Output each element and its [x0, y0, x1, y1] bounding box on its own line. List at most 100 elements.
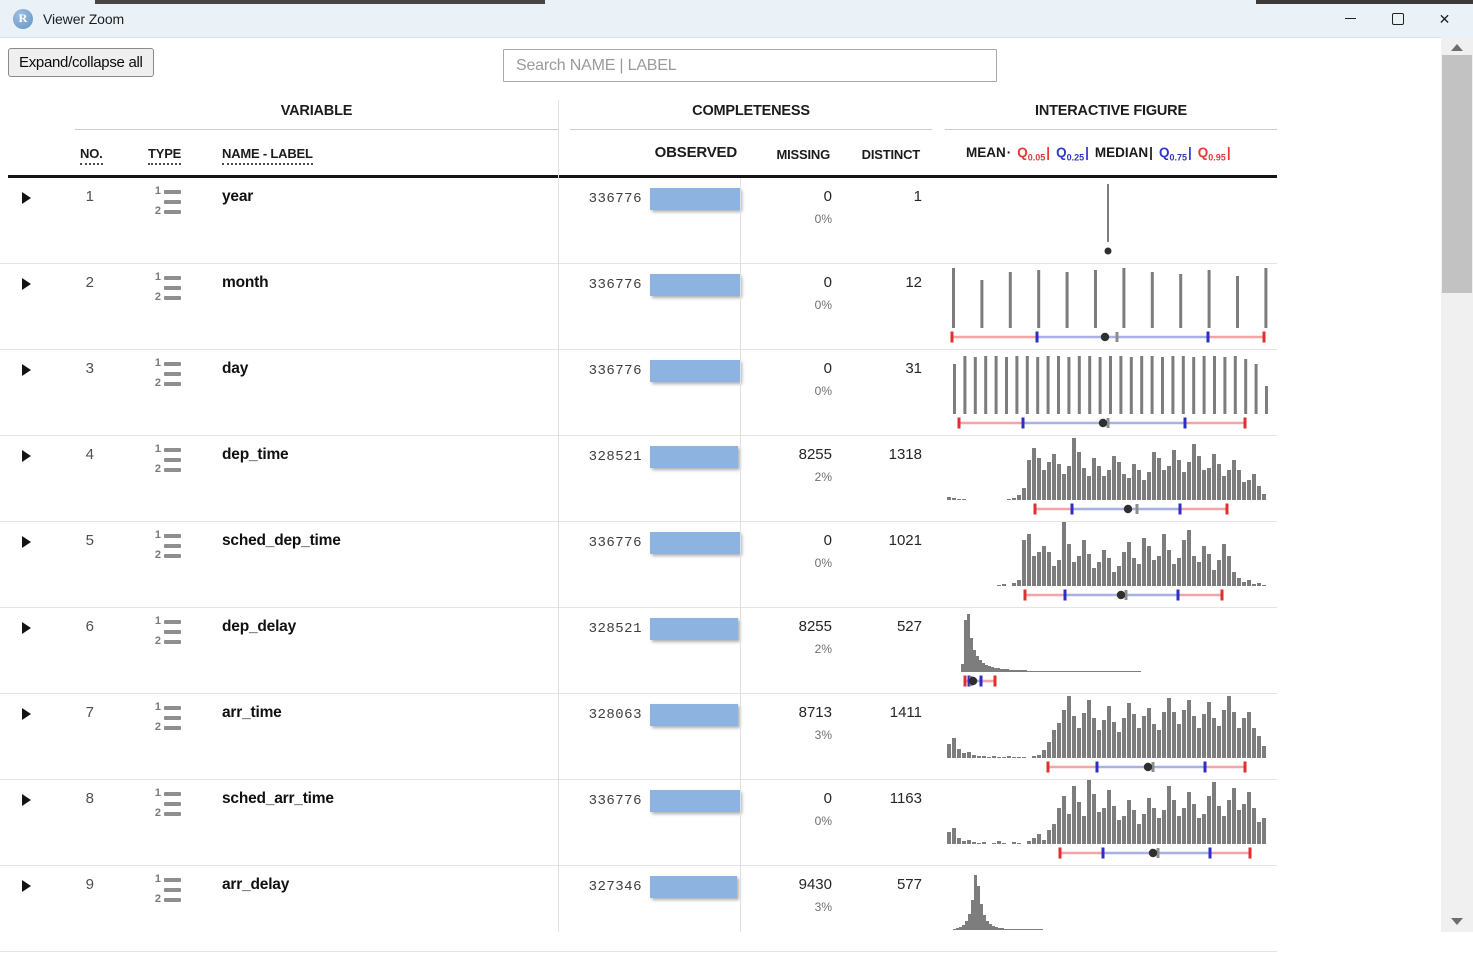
observed-count: 328521: [558, 618, 642, 693]
expand-row-button[interactable]: [22, 278, 31, 290]
figure-plot[interactable]: [945, 780, 1277, 864]
variable-name: arr_delay: [222, 866, 558, 951]
missing-percent: 0%: [815, 298, 832, 312]
variable-name: sched_arr_time: [222, 780, 558, 865]
figure-plot[interactable]: [945, 694, 1277, 778]
legend-item: MEDIAN|: [1095, 145, 1153, 160]
numeric-type-icon: 1 2: [152, 359, 182, 388]
row-number: 3: [46, 350, 98, 435]
figure-plot[interactable]: [945, 264, 1277, 348]
figure-plot[interactable]: [945, 608, 1277, 692]
missing-percent: 0%: [815, 212, 832, 226]
row-number: 6: [46, 608, 98, 693]
expand-row-button[interactable]: [22, 622, 31, 634]
down-triangle-icon: [1451, 918, 1463, 925]
expand-row-button[interactable]: [22, 192, 31, 204]
distinct-count: 527: [832, 608, 922, 693]
missing-count: 9430: [799, 876, 832, 894]
column-header-distinct: DISTINCT: [832, 147, 920, 162]
table-header: VARIABLE COMPLETENESS INTERACTIVE FIGURE…: [0, 100, 1441, 178]
observed-bar: [650, 188, 740, 210]
numeric-type-icon: 1 2: [152, 703, 182, 732]
table-body: 1 1 2 year 336776 0 0% 1 2 1 2: [0, 178, 1441, 952]
scrollbar-down-arrow[interactable]: [1441, 913, 1473, 930]
row-number: 7: [46, 694, 98, 779]
expand-row-button[interactable]: [22, 364, 31, 376]
table-row: 5 1 2 sched_dep_time 336776 0 0% 1021: [0, 522, 1277, 608]
window-title: Viewer Zoom: [43, 11, 124, 27]
missing-count: 0: [824, 188, 832, 206]
numeric-type-icon: 1 2: [152, 617, 182, 646]
window-titlebar: R Viewer Zoom ✕: [0, 0, 1473, 38]
missing-percent: 2%: [815, 470, 832, 484]
variables-table: VARIABLE COMPLETENESS INTERACTIVE FIGURE…: [0, 100, 1441, 952]
figure-plot[interactable]: [945, 522, 1277, 606]
missing-percent: 0%: [815, 556, 832, 570]
column-separator: [740, 178, 741, 932]
table-row: 1 1 2 year 336776 0 0% 1: [0, 178, 1277, 264]
numeric-type-icon: 1 2: [152, 789, 182, 818]
scrollbar-thumb[interactable]: [1442, 55, 1472, 293]
minimize-icon: [1345, 18, 1356, 19]
variable-name: year: [222, 178, 558, 263]
missing-count: 0: [824, 790, 832, 808]
minimize-button[interactable]: [1327, 0, 1374, 37]
expand-row-button[interactable]: [22, 880, 31, 892]
observed-count: 336776: [558, 532, 642, 607]
observed-bar: [650, 274, 740, 296]
r-logo-icon: R: [13, 9, 33, 29]
scrollbar-up-arrow[interactable]: [1441, 39, 1473, 56]
observed-count: 336776: [558, 360, 642, 435]
legend-item: Q0.95|: [1198, 145, 1231, 160]
background-window-edge: [95, 0, 545, 4]
row-number: 5: [46, 522, 98, 607]
missing-count: 8255: [799, 618, 832, 636]
row-number: 4: [46, 436, 98, 521]
row-number: 9: [46, 866, 98, 951]
distinct-count: 1021: [832, 522, 922, 607]
figure-plot[interactable]: [945, 350, 1277, 434]
close-button[interactable]: ✕: [1421, 0, 1468, 37]
column-header-name-label: NAME - LABEL: [222, 146, 313, 165]
expand-row-button[interactable]: [22, 794, 31, 806]
expand-row-button[interactable]: [22, 536, 31, 548]
missing-percent: 2%: [815, 642, 832, 656]
distinct-count: 1318: [832, 436, 922, 521]
missing-count: 0: [824, 532, 832, 550]
observed-bar: [650, 618, 738, 640]
table-row: 9 1 2 arr_delay 327346 9430 3% 577: [0, 866, 1277, 952]
expand-row-button[interactable]: [22, 708, 31, 720]
distinct-count: 1: [832, 178, 922, 263]
expand-row-button[interactable]: [22, 450, 31, 462]
observed-bar: [650, 790, 740, 812]
close-icon: ✕: [1439, 12, 1451, 26]
table-row: 2 1 2 month 336776 0 0% 12: [0, 264, 1277, 350]
figure-plot[interactable]: [945, 436, 1277, 520]
group-underline: [570, 129, 932, 130]
numeric-type-icon: 1 2: [152, 875, 182, 904]
legend-item: Q0.05|: [1017, 145, 1050, 160]
column-header-missing: MISSING: [740, 147, 830, 162]
numeric-type-icon: 1 2: [152, 531, 182, 560]
distinct-count: 31: [832, 350, 922, 435]
observed-bar: [650, 876, 737, 898]
variable-name: dep_delay: [222, 608, 558, 693]
group-header-variable: VARIABLE: [75, 103, 558, 119]
observed-count: 328521: [558, 446, 642, 521]
missing-count: 0: [824, 274, 832, 292]
expand-collapse-all-button[interactable]: Expand/collapse all: [8, 48, 154, 77]
maximize-button[interactable]: [1374, 0, 1421, 37]
search-input[interactable]: [503, 49, 997, 82]
figure-plot[interactable]: [945, 178, 1277, 262]
row-number: 1: [46, 178, 98, 263]
group-header-interactive-figure: INTERACTIVE FIGURE: [945, 103, 1277, 119]
observed-bar: [650, 532, 740, 554]
vertical-scrollbar[interactable]: [1441, 37, 1473, 932]
figure-plot[interactable]: [945, 866, 1277, 950]
observed-bar: [650, 446, 738, 468]
missing-percent: 3%: [815, 900, 832, 914]
numeric-type-icon: 1 2: [152, 445, 182, 474]
column-header-type: TYPE: [148, 146, 181, 165]
window-controls: ✕: [1327, 0, 1468, 37]
maximize-icon: [1392, 13, 1404, 25]
